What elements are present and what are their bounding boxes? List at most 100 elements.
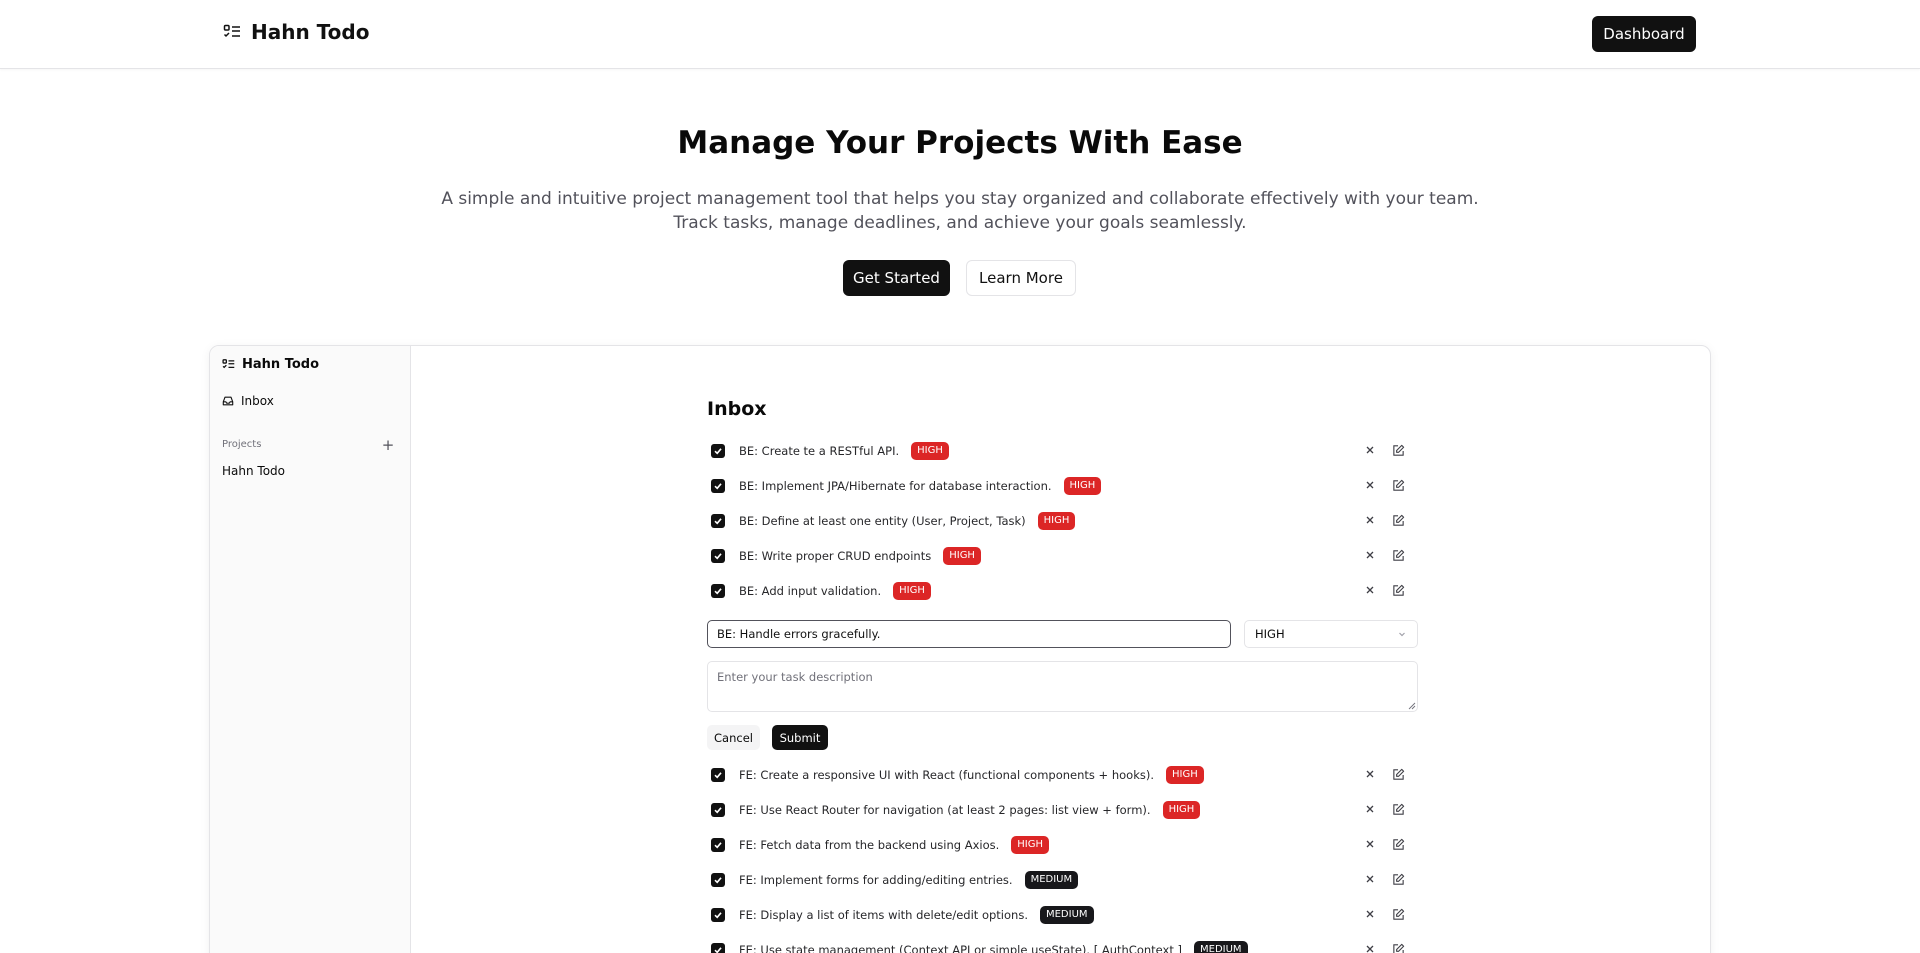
sidebar-item-project[interactable]: Hahn Todo: [222, 464, 285, 478]
task-title: BE: Implement JPA/Hibernate for database…: [739, 478, 1052, 493]
delete-icon[interactable]: [1364, 549, 1376, 561]
delete-icon[interactable]: [1364, 479, 1376, 491]
task-checkbox[interactable]: [711, 513, 725, 528]
check-icon: [714, 552, 722, 559]
check-icon: [714, 876, 722, 883]
task-title-input[interactable]: [707, 620, 1231, 648]
edit-icon[interactable]: [1392, 908, 1405, 921]
task-row: FE: Display a list of items with delete/…: [707, 897, 1418, 932]
priority-badge: MEDIUM: [1194, 940, 1248, 953]
task-row: BE: Create te a RESTful API. HIGH: [707, 433, 1418, 468]
task-checkbox[interactable]: [711, 942, 725, 953]
delete-icon[interactable]: [1364, 873, 1376, 885]
projects-heading: Projects: [222, 439, 262, 450]
delete-icon[interactable]: [1364, 444, 1376, 456]
edit-icon[interactable]: [1392, 943, 1405, 953]
delete-icon[interactable]: [1364, 514, 1376, 526]
edit-icon[interactable]: [1392, 479, 1405, 492]
task-title: FE: Fetch data from the backend using Ax…: [739, 837, 1000, 852]
check-icon: [714, 771, 722, 778]
brand-logo[interactable]: Hahn Todo: [223, 20, 369, 44]
edit-icon[interactable]: [1392, 514, 1405, 527]
cancel-button[interactable]: Cancel: [707, 725, 760, 750]
delete-icon[interactable]: [1364, 908, 1376, 920]
delete-icon[interactable]: [1364, 803, 1376, 815]
priority-badge: HIGH: [1037, 511, 1076, 530]
sidebar-brand[interactable]: Hahn Todo: [222, 357, 319, 372]
check-icon: [714, 587, 722, 594]
task-checkbox[interactable]: [711, 907, 725, 922]
check-icon: [714, 911, 722, 918]
task-description-input[interactable]: [707, 661, 1418, 712]
priority-badge: HIGH: [1011, 835, 1050, 854]
chevron-down-icon: [1399, 632, 1405, 637]
check-icon: [714, 482, 722, 489]
add-project-icon[interactable]: +: [380, 436, 396, 454]
list-checks-icon: [222, 359, 235, 369]
delete-icon[interactable]: [1364, 768, 1376, 780]
sidebar-brand-label: Hahn Todo: [242, 357, 319, 372]
get-started-button[interactable]: Get Started: [843, 260, 950, 296]
task-row: BE: Write proper CRUD endpoints HIGH: [707, 538, 1418, 573]
task-row: BE: Implement JPA/Hibernate for database…: [707, 468, 1418, 503]
task-title: FE: Use React Router for navigation (at …: [739, 802, 1151, 817]
task-checkbox[interactable]: [711, 767, 725, 782]
check-icon: [714, 447, 722, 454]
task-row: BE: Define at least one entity (User, Pr…: [707, 503, 1418, 538]
priority-badge: MEDIUM: [1039, 905, 1094, 924]
edit-icon[interactable]: [1392, 584, 1405, 597]
check-icon: [714, 946, 722, 953]
task-checkbox[interactable]: [711, 872, 725, 887]
sidebar-item-inbox[interactable]: Inbox: [222, 394, 274, 408]
edit-icon[interactable]: [1392, 768, 1405, 781]
app-preview: Hahn Todo Inbox Projects + Hahn Todo Inb…: [209, 345, 1711, 953]
task-row: FE: Fetch data from the backend using Ax…: [707, 827, 1418, 862]
task-checkbox[interactable]: [711, 583, 725, 598]
hero-subtitle-line-2: Track tasks, manage deadlines, and achie…: [673, 213, 1247, 233]
learn-more-button[interactable]: Learn More: [966, 260, 1076, 296]
task-title: BE: Create te a RESTful API.: [739, 443, 900, 458]
priority-badge: MEDIUM: [1024, 870, 1079, 889]
resize-grip-icon[interactable]: [1408, 702, 1416, 710]
task-checkbox[interactable]: [711, 802, 725, 817]
task-checkbox[interactable]: [711, 478, 725, 493]
task-title: BE: Add input validation.: [739, 583, 882, 598]
submit-button[interactable]: Submit: [772, 725, 828, 750]
task-title: FE: Implement forms for adding/editing e…: [739, 872, 1013, 887]
delete-icon[interactable]: [1364, 584, 1376, 596]
delete-icon[interactable]: [1364, 943, 1376, 953]
check-icon: [714, 841, 722, 848]
priority-badge: HIGH: [1162, 800, 1201, 819]
dashboard-button[interactable]: Dashboard: [1592, 16, 1696, 52]
hero-subtitle: A simple and intuitive project managemen…: [0, 187, 1920, 235]
edit-icon[interactable]: [1392, 803, 1405, 816]
task-list: BE: Create te a RESTful API. HIGH BE: Impl…: [707, 433, 1418, 608]
task-title: FE: Display a list of items with delete/…: [739, 907, 1028, 922]
sidebar-item-label: Inbox: [241, 394, 274, 408]
priority-badge: HIGH: [911, 441, 949, 460]
task-checkbox[interactable]: [711, 548, 725, 563]
task-title: BE: Write proper CRUD endpoints: [739, 548, 932, 563]
priority-badge: HIGH: [893, 581, 931, 600]
hero-subtitle-line-1: A simple and intuitive project managemen…: [441, 189, 1479, 209]
task-checkbox[interactable]: [711, 837, 725, 852]
inbox-title: Inbox: [707, 398, 767, 420]
task-row: FE: Create a responsive UI with React (f…: [707, 757, 1418, 792]
edit-icon[interactable]: [1392, 873, 1405, 886]
task-title: FE: Use state management (Context API or…: [739, 942, 1182, 953]
hero-title: Manage Your Projects With Ease: [677, 125, 1243, 161]
edit-icon[interactable]: [1392, 549, 1405, 562]
brand-title: Hahn Todo: [251, 20, 370, 44]
task-list: FE: Create a responsive UI with React (f…: [707, 757, 1418, 953]
delete-icon[interactable]: [1364, 838, 1376, 850]
task-title: BE: Define at least one entity (User, Pr…: [739, 513, 1026, 528]
task-row: FE: Use state management (Context API or…: [707, 932, 1418, 953]
priority-badge: HIGH: [943, 546, 981, 565]
task-checkbox[interactable]: [711, 443, 725, 458]
priority-select-value: HIGH: [1255, 627, 1285, 641]
edit-icon[interactable]: [1392, 444, 1405, 457]
edit-icon[interactable]: [1392, 838, 1405, 851]
priority-select[interactable]: HIGH: [1244, 620, 1418, 648]
task-title: FE: Create a responsive UI with React (f…: [739, 767, 1154, 782]
check-icon: [714, 806, 722, 813]
